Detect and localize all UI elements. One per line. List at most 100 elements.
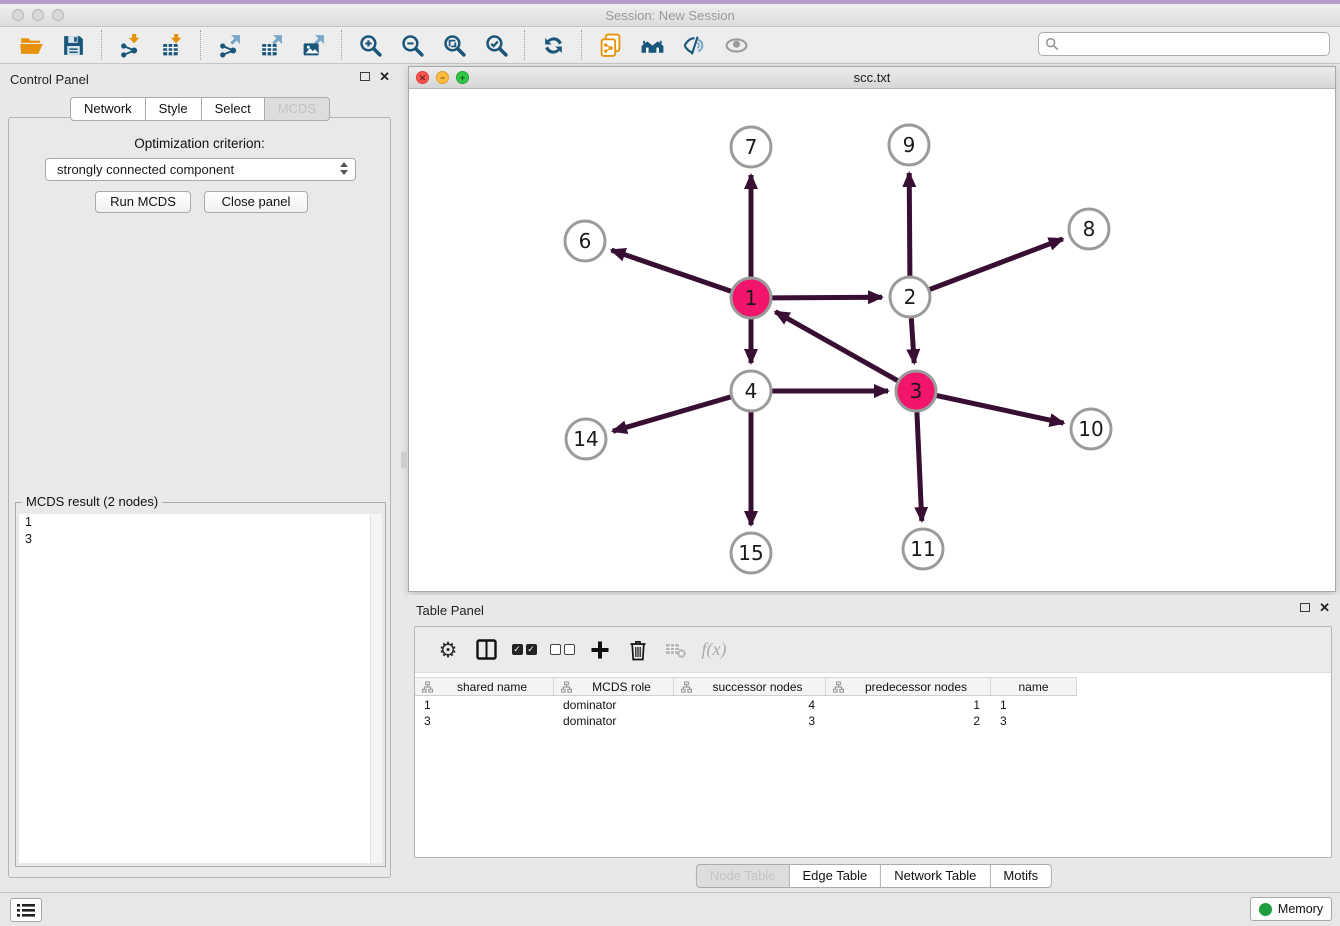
memory-button[interactable]: Memory — [1250, 897, 1332, 921]
toolbar-separator — [524, 30, 525, 60]
import-table-button[interactable] — [157, 31, 187, 59]
control-panel-tabs: NetworkStyleSelectMCDS — [70, 97, 330, 121]
table-panel-header: Table Panel ✕ — [408, 595, 1340, 625]
import-network-button[interactable] — [115, 31, 145, 59]
float-panel-icon[interactable] — [360, 72, 370, 81]
table-cell: 1 — [415, 697, 554, 713]
column-header-shared-name[interactable]: shared name — [415, 678, 554, 695]
column-type-icon — [561, 681, 572, 693]
column-header-successor-nodes[interactable]: successor nodes — [674, 678, 826, 695]
node-label-1: 1 — [745, 286, 758, 310]
edge-3-11[interactable] — [917, 412, 922, 521]
delete-column-icon-disabled — [663, 637, 689, 663]
edge-2-9[interactable] — [909, 173, 910, 276]
tab-mcds[interactable]: MCDS — [265, 97, 330, 121]
tab-network-table[interactable]: Network Table — [881, 864, 990, 888]
node-label-6: 6 — [579, 229, 592, 253]
edge-1-2[interactable] — [772, 297, 882, 298]
clear-selection-icon[interactable] — [549, 637, 575, 663]
mcds-result-list[interactable]: 13 — [19, 514, 382, 863]
table-panel-tabs: Node TableEdge TableNetwork TableMotifs — [696, 864, 1052, 888]
table-settings-gear-icon[interactable]: ⚙ — [435, 637, 461, 663]
node-label-2: 2 — [904, 285, 917, 309]
table-cell: 3 — [674, 713, 826, 729]
table-row[interactable]: 1dominator411 — [415, 697, 1331, 713]
node-table-pane: ⚙ ✓✓ f(x) shared name MCDS rolesuccessor … — [414, 626, 1332, 858]
mcds-panel: Optimization criterion: strongly connect… — [8, 117, 391, 878]
network-view-window: ✕ − + scc.txt 1234678910111415 — [408, 66, 1336, 592]
panel-divider-handle[interactable] — [401, 452, 407, 468]
node-label-15: 15 — [738, 541, 763, 565]
control-panel-header: Control Panel ✕ — [0, 64, 400, 94]
edge-2-3[interactable] — [911, 318, 914, 363]
export-table-button[interactable] — [256, 31, 286, 59]
clone-network-button[interactable] — [595, 31, 625, 59]
column-header-mcds-role[interactable]: MCDS role — [554, 678, 674, 695]
float-panel-icon[interactable] — [1300, 603, 1310, 612]
result-item: 1 — [19, 514, 382, 531]
table-cell: dominator — [554, 697, 674, 713]
hide-selected-eye-button[interactable] — [679, 31, 709, 59]
network-window-titlebar[interactable]: ✕ − + scc.txt — [409, 67, 1335, 89]
memory-status-icon — [1259, 903, 1272, 916]
column-header-predecessor-nodes[interactable]: predecessor nodes — [826, 678, 991, 695]
edge-3-10[interactable] — [937, 396, 1064, 424]
node-label-14: 14 — [573, 427, 598, 451]
zoom-out-button[interactable] — [397, 31, 427, 59]
close-panel-icon[interactable]: ✕ — [1319, 602, 1330, 613]
application-window: Session: New Session Control Panel — [0, 0, 1340, 926]
export-image-button[interactable] — [298, 31, 328, 59]
select-all-rows-icon[interactable]: ✓✓ — [511, 637, 537, 663]
table-cell: dominator — [554, 713, 674, 729]
export-network-button[interactable] — [214, 31, 244, 59]
edge-4-14[interactable] — [613, 397, 731, 431]
show-panels-button[interactable] — [10, 898, 42, 922]
table-cell: 1 — [991, 697, 1077, 713]
node-label-3: 3 — [910, 379, 923, 403]
first-neighbors-houses-button[interactable] — [637, 31, 667, 59]
table-cell: 3 — [415, 713, 554, 729]
list-icon — [17, 903, 35, 918]
search-input[interactable] — [1059, 35, 1329, 53]
tab-node-table[interactable]: Node Table — [696, 864, 790, 888]
edge-2-8[interactable] — [930, 239, 1063, 290]
criterion-value: strongly connected component — [57, 162, 234, 177]
search-icon — [1045, 37, 1059, 51]
table-toolbar: ⚙ ✓✓ f(x) — [415, 627, 1331, 673]
tab-network[interactable]: Network — [70, 97, 146, 121]
edge-1-6[interactable] — [612, 250, 732, 291]
control-panel: Control Panel ✕ NetworkStyleSelectMCDS O… — [0, 64, 400, 892]
table-cell: 1 — [826, 697, 991, 713]
column-header-label: shared name — [435, 680, 549, 694]
criterion-dropdown[interactable]: strongly connected component — [45, 158, 356, 181]
column-layout-icon[interactable] — [473, 637, 499, 663]
column-header-name[interactable]: name — [991, 678, 1077, 695]
tab-style[interactable]: Style — [146, 97, 202, 121]
column-type-icon — [422, 681, 433, 693]
refresh-button[interactable] — [538, 31, 568, 59]
result-scrollbar[interactable] — [370, 514, 382, 863]
tab-select[interactable]: Select — [202, 97, 265, 121]
show-all-eye-button[interactable] — [721, 31, 751, 59]
run-mcds-button[interactable]: Run MCDS — [95, 191, 191, 213]
add-column-icon[interactable] — [587, 637, 613, 663]
close-panel-button[interactable]: Close panel — [204, 191, 308, 213]
network-canvas[interactable]: 1234678910111415 — [409, 89, 1335, 591]
column-type-icon — [681, 681, 692, 693]
table-row[interactable]: 3dominator323 — [415, 713, 1331, 729]
tab-motifs[interactable]: Motifs — [990, 864, 1052, 888]
open-session-button[interactable] — [16, 31, 46, 59]
network-graph: 1234678910111415 — [409, 89, 1335, 591]
zoom-in-button[interactable] — [355, 31, 385, 59]
toolbar-separator — [581, 30, 582, 60]
zoom-selected-button[interactable] — [481, 31, 511, 59]
status-bar: Memory — [0, 892, 1340, 926]
global-search-field[interactable] — [1038, 32, 1330, 56]
delete-row-trash-icon[interactable] — [625, 637, 651, 663]
main-toolbar — [0, 27, 1340, 64]
close-panel-icon[interactable]: ✕ — [379, 71, 390, 82]
zoom-fit-button[interactable] — [439, 31, 469, 59]
tab-edge-table[interactable]: Edge Table — [789, 864, 881, 888]
save-session-button[interactable] — [58, 31, 88, 59]
edge-3-1[interactable] — [775, 312, 897, 381]
